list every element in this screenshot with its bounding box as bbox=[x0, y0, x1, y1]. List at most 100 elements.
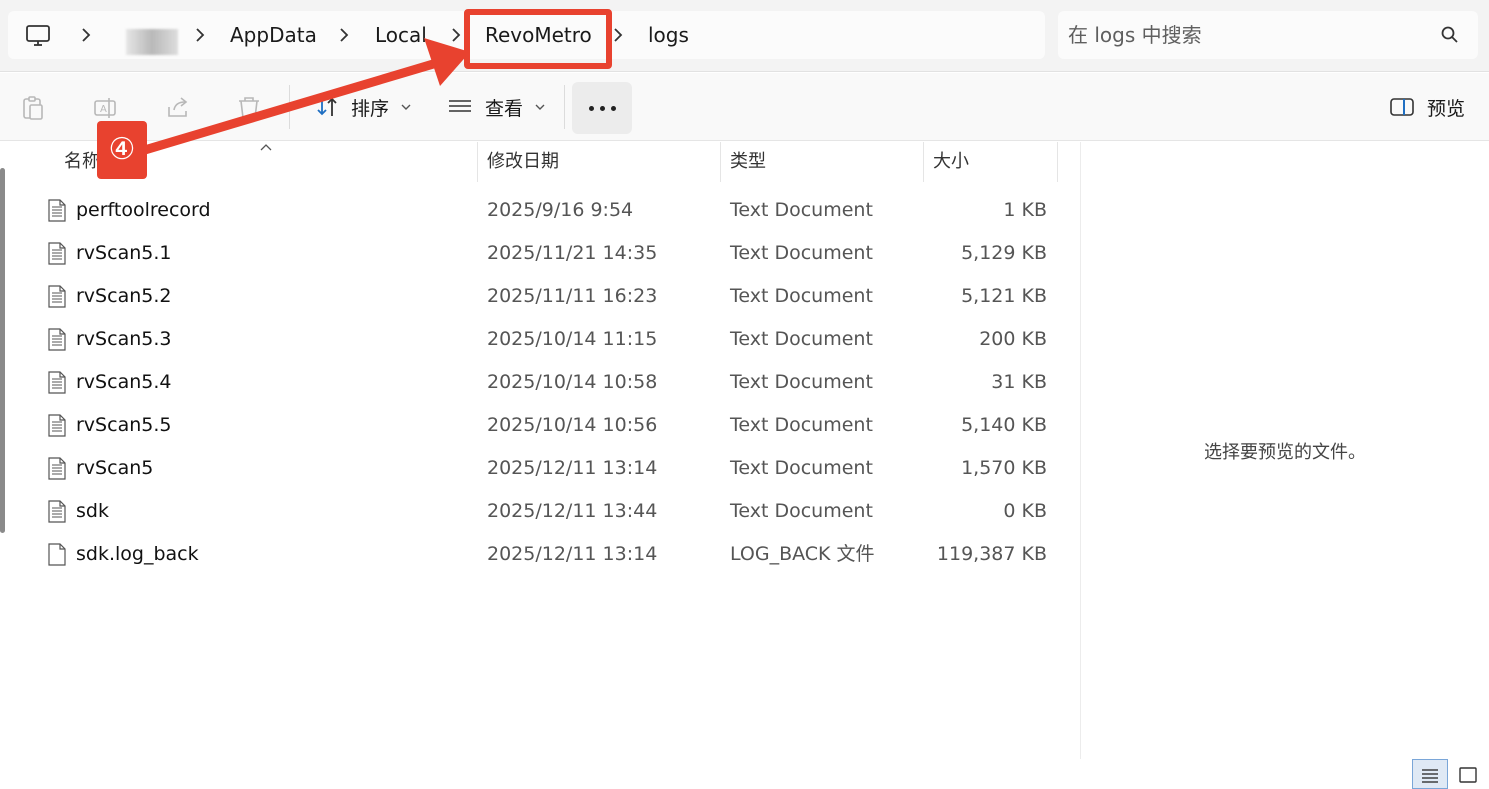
file-name: rvScan5.4 bbox=[76, 371, 172, 393]
chevron-right-icon[interactable] bbox=[190, 25, 210, 45]
search-input[interactable] bbox=[1068, 19, 1418, 51]
file-name: rvScan5.5 bbox=[76, 414, 172, 436]
chevron-right-icon[interactable] bbox=[76, 25, 96, 45]
file-row[interactable]: rvScan5 2025/12/11 13:14 Text Document 1,57… bbox=[40, 447, 1058, 490]
file-size: 5,140 KB bbox=[961, 414, 1047, 436]
file-row[interactable]: rvScan5.5 2025/10/14 10:56 Text Document 5,… bbox=[40, 404, 1058, 447]
file-size: 1 KB bbox=[1003, 199, 1047, 221]
text-document-icon bbox=[48, 285, 66, 308]
this-pc-icon[interactable] bbox=[24, 21, 52, 49]
details-view-icon bbox=[1422, 769, 1438, 783]
search-icon[interactable] bbox=[1440, 25, 1460, 45]
file-type: Text Document bbox=[730, 328, 873, 350]
more-options-button[interactable] bbox=[572, 82, 632, 134]
file-row[interactable]: sdk 2025/12/11 13:44 Text Document 0 KB bbox=[40, 490, 1058, 533]
file-type: Text Document bbox=[730, 500, 873, 522]
more-dot bbox=[600, 106, 605, 111]
svg-text:A: A bbox=[100, 104, 107, 115]
more-dot bbox=[611, 106, 616, 111]
file-size: 200 KB bbox=[979, 328, 1047, 350]
column-header-name[interactable]: 名称 bbox=[64, 142, 100, 182]
scrollbar[interactable] bbox=[0, 168, 5, 533]
breadcrumb-local[interactable]: Local bbox=[375, 11, 427, 59]
file-type: Text Document bbox=[730, 457, 873, 479]
text-document-icon bbox=[48, 500, 66, 523]
breadcrumb-appdata[interactable]: AppData bbox=[230, 11, 317, 59]
preview-pane-icon bbox=[1390, 98, 1414, 116]
rename-icon[interactable]: A bbox=[92, 95, 118, 121]
file-row[interactable]: rvScan5.2 2025/11/11 16:23 Text Document 5,… bbox=[40, 275, 1058, 318]
file-date: 2025/12/11 13:44 bbox=[487, 500, 658, 522]
file-size: 119,387 KB bbox=[936, 543, 1047, 565]
preview-message: 选择要预览的文件。 bbox=[1204, 442, 1366, 463]
sort-button[interactable]: 排序 bbox=[314, 83, 413, 131]
chevron-right-icon[interactable] bbox=[334, 25, 354, 45]
toolbar-divider bbox=[564, 85, 565, 129]
text-document-icon bbox=[48, 242, 66, 265]
file-date: 2025/11/11 16:23 bbox=[487, 285, 658, 307]
text-document-icon bbox=[48, 328, 66, 351]
file-name: rvScan5.2 bbox=[76, 285, 172, 307]
file-row[interactable]: rvScan5.4 2025/10/14 10:58 Text Document 31… bbox=[40, 361, 1058, 404]
share-icon[interactable] bbox=[165, 95, 191, 121]
large-icons-view-button[interactable] bbox=[1452, 759, 1488, 789]
file-size: 0 KB bbox=[1003, 500, 1047, 522]
text-document-icon bbox=[48, 457, 66, 480]
text-document-icon bbox=[48, 199, 66, 222]
preview-pane-button[interactable]: 预览 bbox=[1389, 83, 1465, 131]
column-divider[interactable] bbox=[720, 142, 721, 182]
file-type: Text Document bbox=[730, 199, 873, 221]
file-name: rvScan5.1 bbox=[76, 242, 172, 264]
file-date: 2025/11/21 14:35 bbox=[487, 242, 658, 264]
file-type: Text Document bbox=[730, 371, 873, 393]
sort-ascending-icon bbox=[260, 144, 272, 151]
file-type: LOG_BACK 文件 bbox=[730, 543, 875, 565]
file-name: rvScan5 bbox=[76, 457, 154, 479]
column-header-type[interactable]: 类型 bbox=[730, 142, 766, 182]
large-icons-view-icon bbox=[1459, 767, 1477, 783]
file-date: 2025/12/11 13:14 bbox=[487, 457, 658, 479]
chevron-down-icon bbox=[401, 104, 411, 110]
file-size: 5,129 KB bbox=[961, 242, 1047, 264]
file-date: 2025/10/14 10:58 bbox=[487, 371, 658, 393]
file-name: perftoolrecord bbox=[76, 199, 211, 221]
more-dot bbox=[589, 106, 594, 111]
file-name: rvScan5.3 bbox=[76, 328, 172, 350]
delete-icon[interactable] bbox=[236, 95, 262, 121]
search-box[interactable] bbox=[1058, 11, 1478, 59]
breadcrumb-logs[interactable]: logs bbox=[648, 11, 689, 59]
view-button[interactable]: 查看 bbox=[447, 83, 547, 131]
view-label: 查看 bbox=[485, 97, 524, 120]
title-bar: AppData Local RevoMetro logs bbox=[0, 0, 1489, 72]
column-divider[interactable] bbox=[477, 142, 478, 182]
column-header-size[interactable]: 大小 bbox=[933, 142, 969, 182]
file-date: 2025/9/16 9:54 bbox=[487, 199, 634, 221]
file-date: 2025/10/14 10:56 bbox=[487, 414, 658, 436]
column-divider[interactable] bbox=[1057, 142, 1058, 182]
file-row[interactable]: rvScan5.1 2025/11/21 14:35 Text Document 5,… bbox=[40, 232, 1058, 275]
file-date: 2025/12/11 13:14 bbox=[487, 543, 658, 565]
file-size: 31 KB bbox=[991, 371, 1047, 393]
annotation-highlight-box bbox=[464, 9, 612, 69]
command-bar: A 排序 查看 预览 bbox=[0, 73, 1489, 141]
chevron-right-icon[interactable] bbox=[446, 25, 466, 45]
toolbar-divider bbox=[289, 85, 290, 129]
file-size: 5,121 KB bbox=[961, 285, 1047, 307]
sort-icon bbox=[317, 97, 337, 116]
file-date: 2025/10/14 11:15 bbox=[487, 328, 658, 350]
file-name: sdk.log_back bbox=[76, 543, 199, 565]
paste-icon[interactable] bbox=[20, 95, 46, 121]
details-view-button[interactable] bbox=[1412, 759, 1448, 789]
file-row[interactable]: perftoolrecord 2025/9/16 9:54 Text Documen… bbox=[40, 189, 1058, 232]
file-type: Text Document bbox=[730, 242, 873, 264]
file-name: sdk bbox=[76, 500, 109, 522]
text-document-icon bbox=[48, 371, 66, 394]
file-row[interactable]: sdk.log_back 2025/12/11 13:14 LOG_BACK 文件 1… bbox=[40, 533, 1058, 576]
preview-label: 预览 bbox=[1427, 97, 1466, 120]
file-row[interactable]: rvScan5.3 2025/10/14 11:15 Text Document 20… bbox=[40, 318, 1058, 361]
column-header-date[interactable]: 修改日期 bbox=[487, 142, 559, 182]
blurred-username bbox=[126, 29, 178, 55]
file-type: Text Document bbox=[730, 414, 873, 436]
file-size: 1,570 KB bbox=[961, 457, 1047, 479]
column-divider[interactable] bbox=[923, 142, 924, 182]
